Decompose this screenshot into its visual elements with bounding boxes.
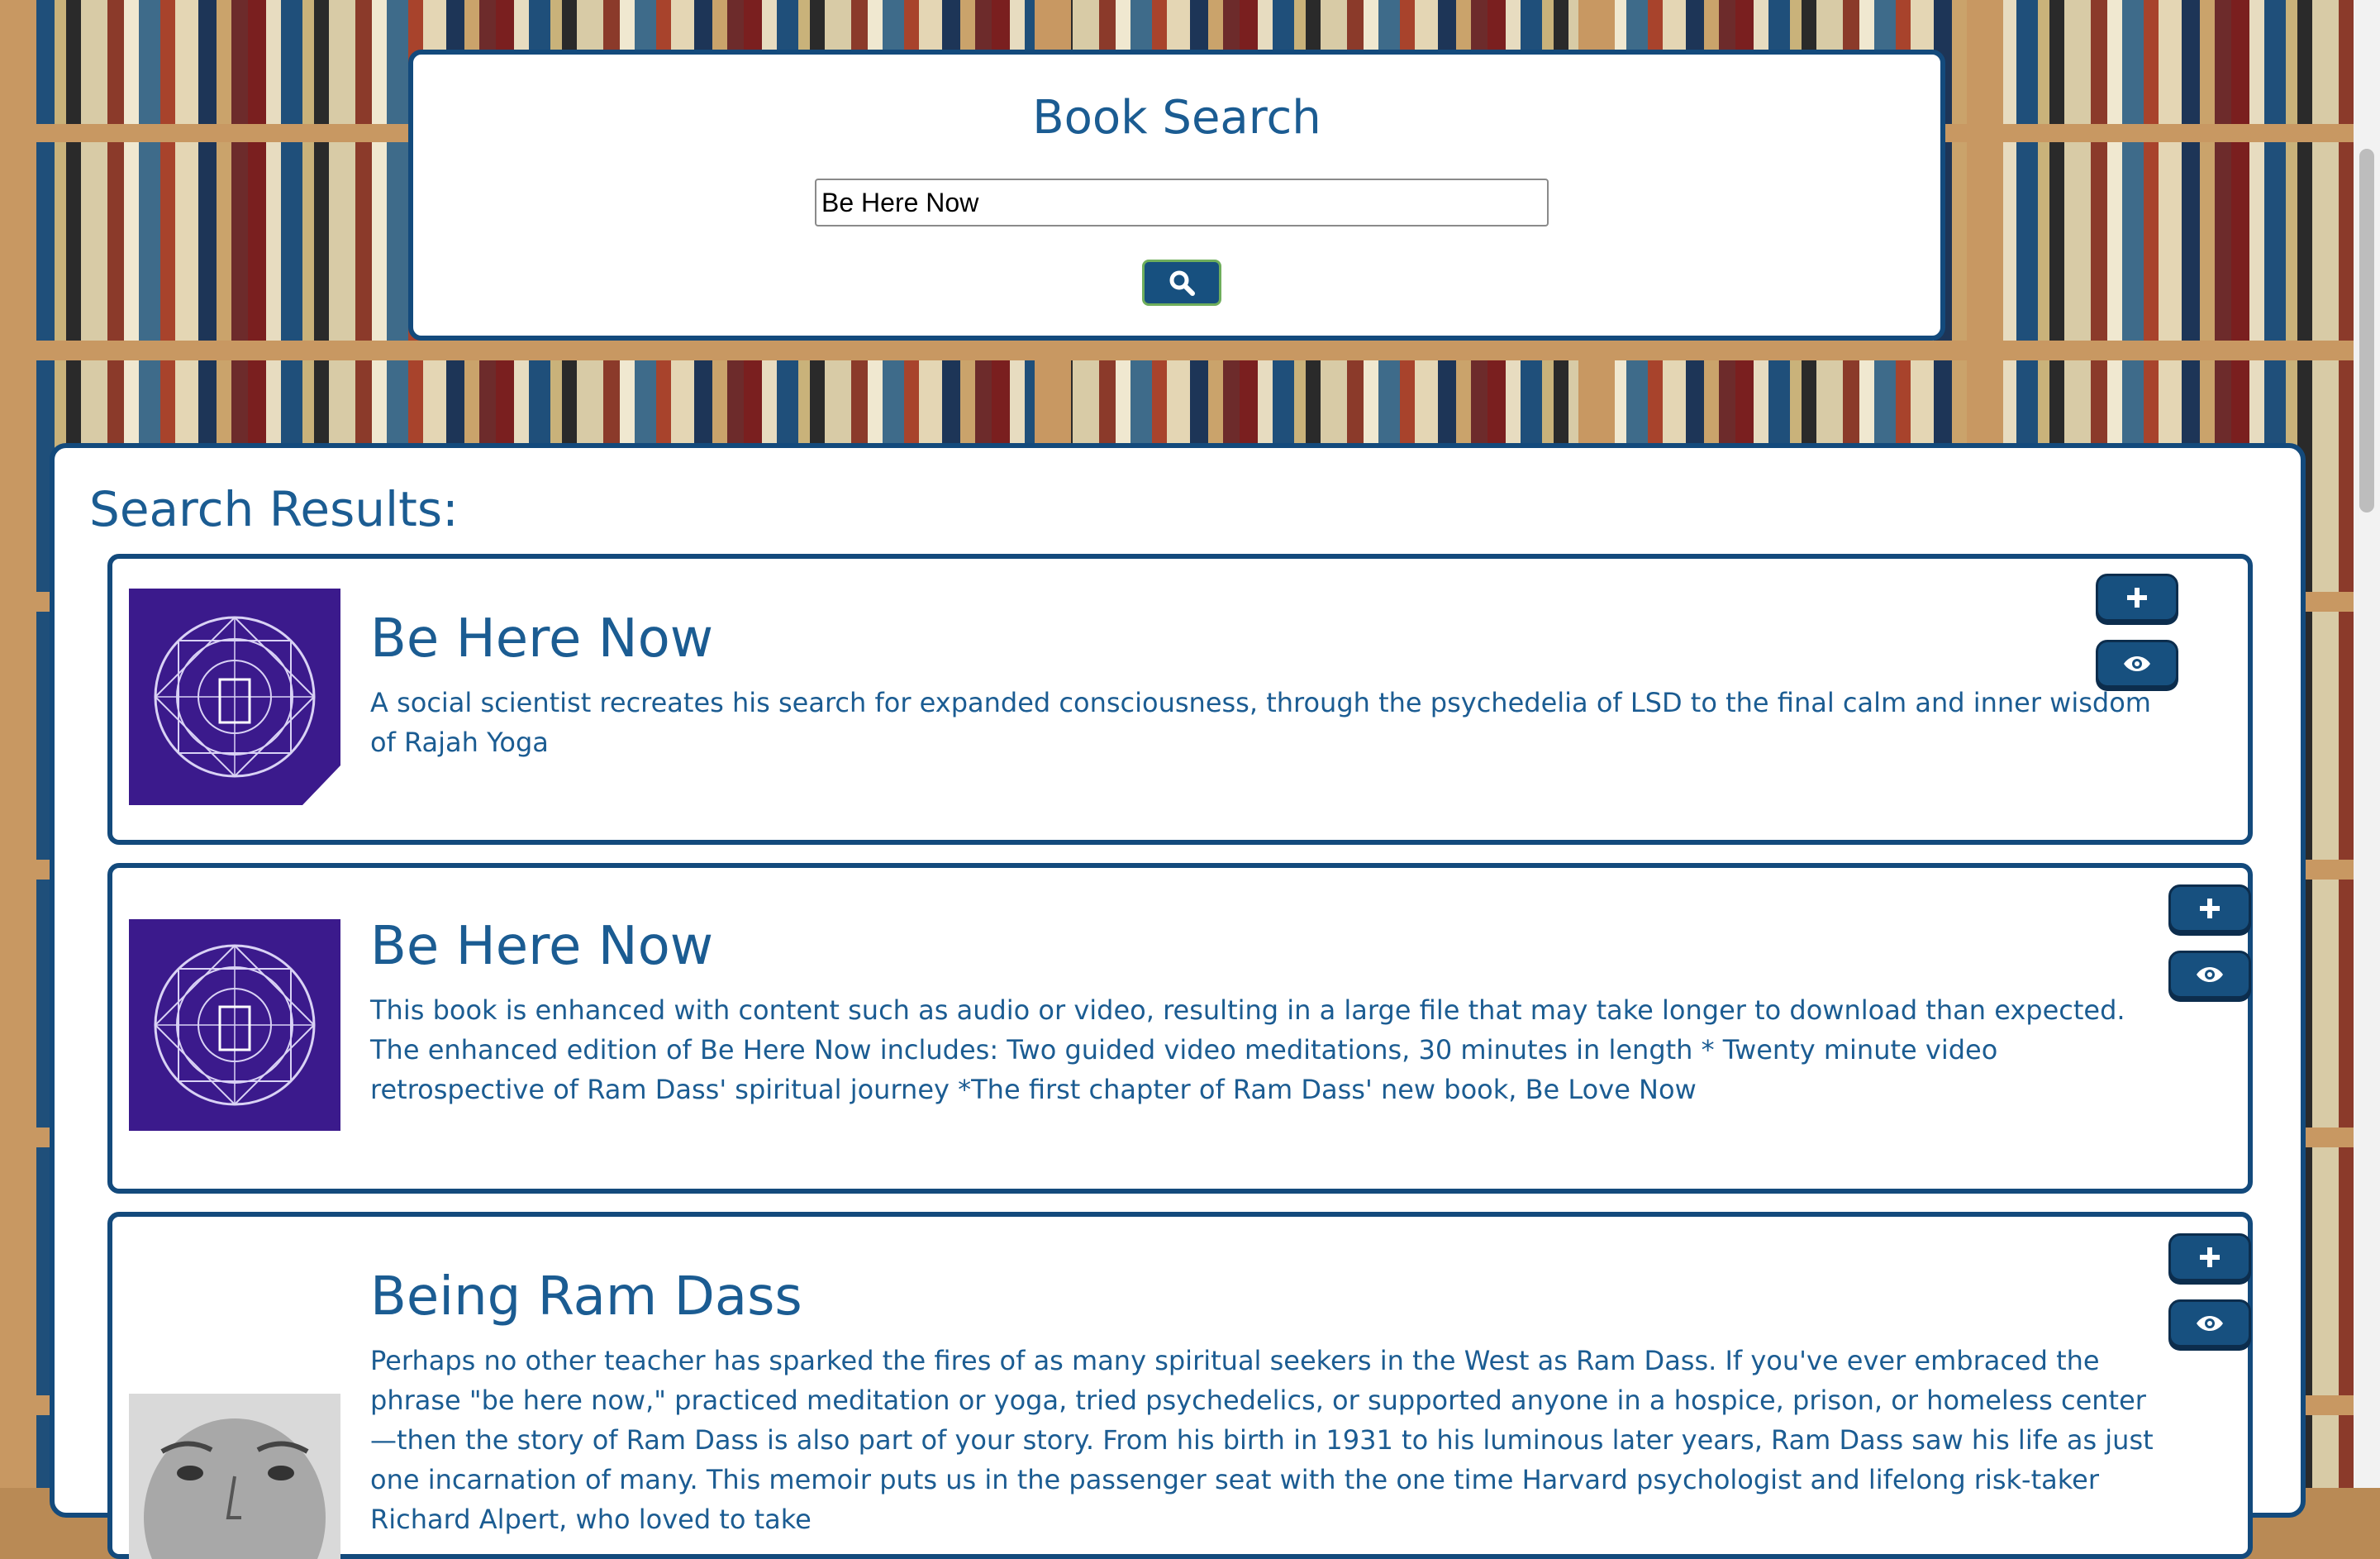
- mandala-cover-image: [129, 589, 340, 805]
- page-title: Book Search: [1032, 91, 1321, 145]
- book-cover: [129, 1394, 340, 1559]
- book-description: Perhaps no other teacher has sparked the…: [370, 1345, 2154, 1535]
- add-book-button[interactable]: [2168, 1233, 2251, 1281]
- book-title: Be Here Now: [370, 916, 714, 977]
- book-title: Being Ram Dass: [370, 1266, 802, 1328]
- plus-icon: [2200, 1247, 2220, 1267]
- portrait-cover-image: [129, 1394, 340, 1559]
- search-icon: [1169, 270, 1195, 296]
- eye-icon: [2197, 967, 2223, 982]
- eye-icon: [2197, 1316, 2223, 1331]
- view-book-button[interactable]: [2168, 1299, 2251, 1347]
- search-input[interactable]: [815, 179, 1549, 226]
- plus-icon: [2127, 588, 2147, 608]
- view-book-button[interactable]: [2168, 951, 2251, 999]
- scrollbar-thumb[interactable]: [2359, 149, 2374, 513]
- book-cover: [129, 919, 340, 1131]
- book-description: This book is enhanced with content such …: [370, 994, 2125, 1105]
- result-card: Be Here Now This book is enhanced with c…: [107, 863, 2253, 1194]
- add-book-button[interactable]: [2168, 884, 2251, 932]
- result-card: Be Here Now A social scientist recreates…: [107, 554, 2253, 845]
- book-description: A social scientist recreates his search …: [370, 687, 2151, 758]
- book-title: Be Here Now: [370, 608, 714, 670]
- shelf-board: [0, 341, 2380, 360]
- results-heading: Search Results:: [89, 481, 459, 537]
- add-book-button[interactable]: [2096, 574, 2178, 622]
- book-cover: [129, 589, 340, 805]
- view-book-button[interactable]: [2096, 640, 2178, 688]
- page-scrollbar[interactable]: [2354, 0, 2380, 1488]
- search-panel: Book Search: [408, 50, 1945, 341]
- result-card: Being Ram Dass Perhaps no other teacher …: [107, 1212, 2253, 1559]
- eye-icon: [2124, 656, 2150, 671]
- shelf-post: [0, 0, 36, 1488]
- plus-icon: [2200, 899, 2220, 918]
- search-button[interactable]: [1142, 260, 1221, 306]
- results-panel: Search Results: Be Here Now A social sci…: [50, 443, 2306, 1559]
- mandala-cover-image: [129, 919, 340, 1131]
